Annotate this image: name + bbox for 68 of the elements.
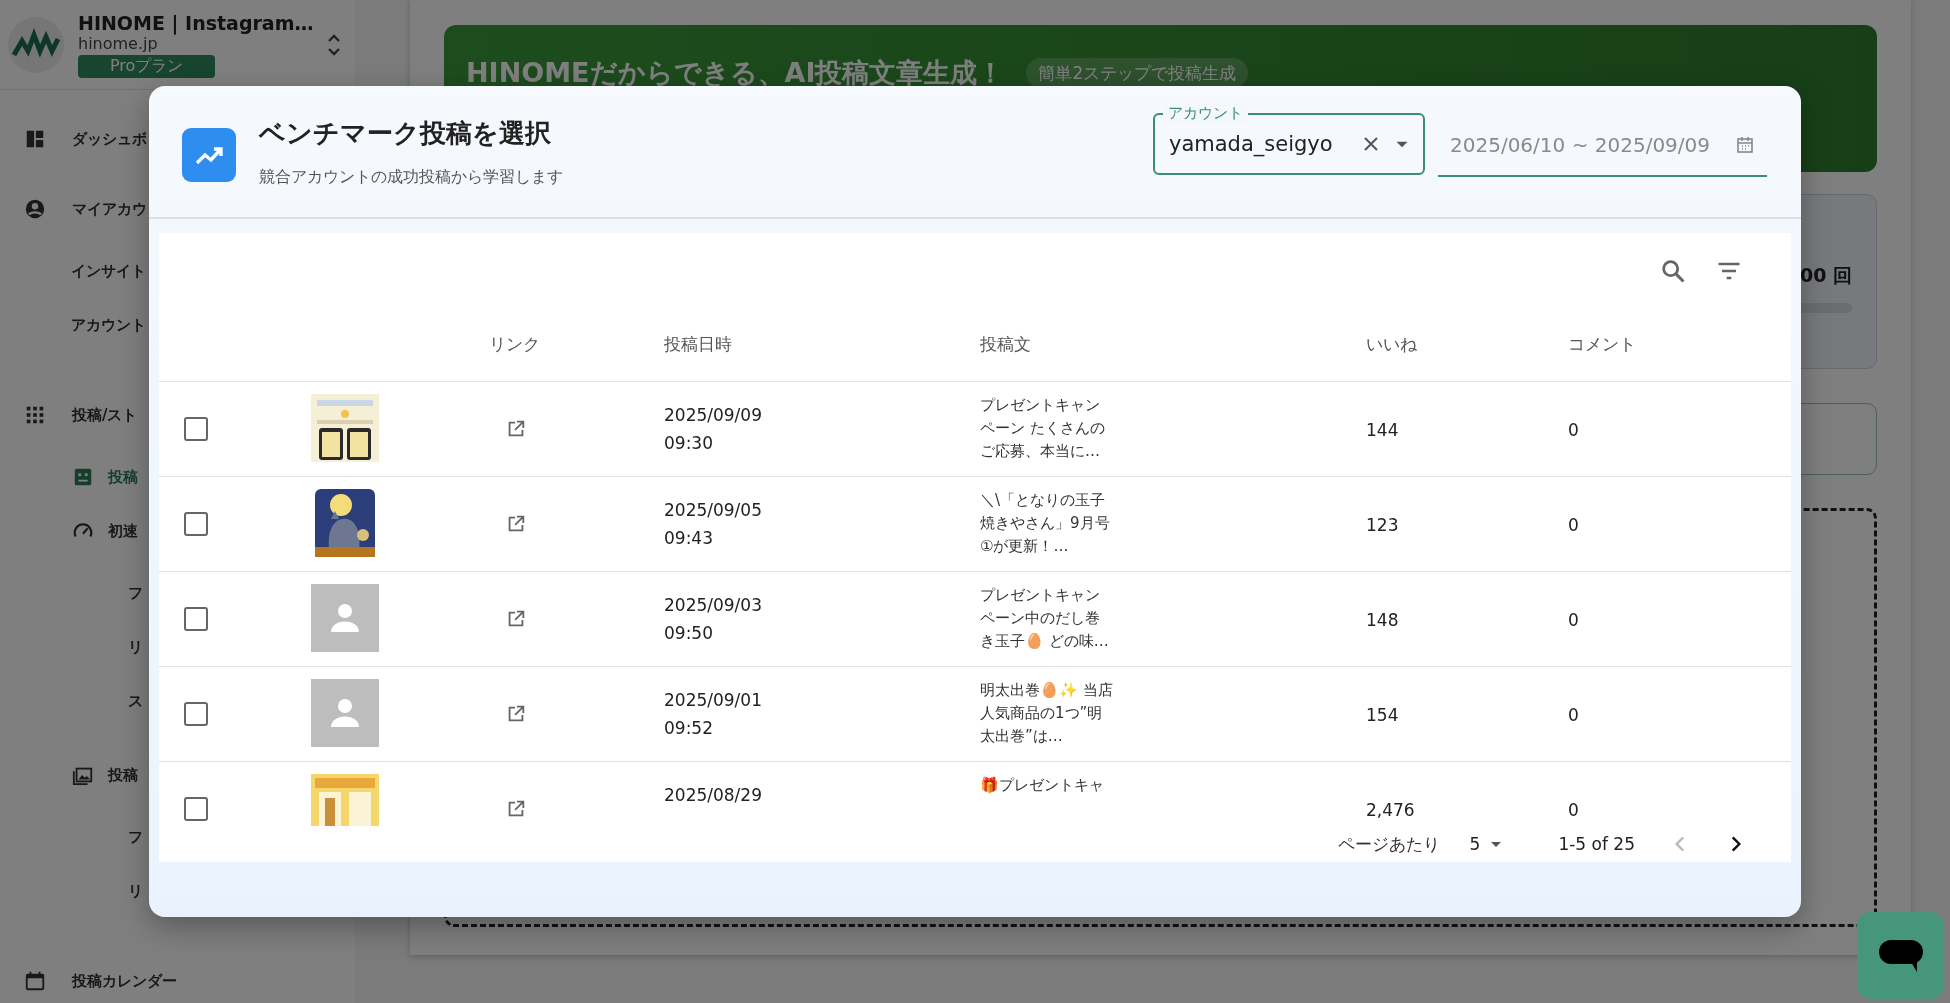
column-header[interactable]: いいね [1366,333,1417,356]
app-name: HINOME | Instagram… [78,11,314,34]
post-text: プレゼントキャンペーン中のだし巻き玉子🥚 どの味… [980,585,1110,652]
dashboard-icon [24,128,46,150]
dialog-subtitle: 競合アカウントの成功投稿から学習します [259,166,564,188]
comments-count: 0 [1568,419,1579,442]
grid-icon [24,404,46,426]
post-date: 2025/09/03 09:50 [664,594,762,645]
banner-title: HINOMEだからできる、AI投稿文章生成！ [466,56,1005,89]
rows-per-page-label: ページあたり [1337,832,1440,856]
comments-count: 0 [1568,704,1579,727]
nav-item[interactable]: アカウント [71,315,146,335]
post-text: プレゼントキャンペーン たくさんのご応募、本当に… [980,395,1106,462]
robot-icon [72,466,94,488]
image-placeholder [311,679,379,747]
nav-item[interactable]: 投稿カレンダー [72,971,177,991]
column-header[interactable]: リンク [489,333,540,356]
nav-item[interactable]: 投稿 [108,467,138,487]
nav-item[interactable]: フ [128,583,143,603]
page-range: 1-5 of 25 [1558,834,1635,854]
post-date: 2025/09/01 09:52 [664,689,762,740]
post-date: 2025/09/05 09:43 [664,499,762,550]
nav-item[interactable]: 投稿/スト [72,405,138,425]
likes-count: 148 [1366,609,1399,632]
checkbox[interactable] [184,512,208,536]
likes-count: 154 [1366,704,1399,727]
date-range-field[interactable]: 2025/06/10 ~ 2025/09/09 [1438,114,1767,177]
likes-count: 123 [1366,514,1399,537]
post-date: 2025/08/29 [664,784,762,807]
checkbox[interactable] [184,607,208,631]
post-date: 2025/09/09 09:30 [664,404,762,455]
column-header[interactable]: コメント [1568,333,1636,356]
nav-item[interactable]: インサイト [71,261,146,281]
usage-count: 00 回 [1799,263,1852,288]
nav-item[interactable]: ス [128,691,143,711]
likes-count: 2,476 [1366,799,1415,822]
nav-item[interactable]: 投稿 [108,765,138,785]
post-text: 🎁プレゼントキャ [980,775,1105,796]
nav-item[interactable]: 初速 [108,521,138,541]
calendar-icon[interactable] [1735,134,1755,155]
plan-badge: Proプラン [78,54,216,78]
nav-item[interactable]: フ [128,827,143,847]
comments-count: 0 [1568,609,1579,632]
nav-item[interactable]: リ [128,637,143,657]
trending-up-icon [182,127,236,182]
dialog-title: ベンチマーク投稿を選択 [259,116,552,150]
domain-text: hinome.jp [78,33,158,53]
column-header[interactable]: 投稿文 [980,333,1031,356]
account-value: yamada_seigyo [1169,131,1334,156]
post-text: 明太出巻🥚✨ 当店人気商品の1つ”明太出巻”は… [980,680,1114,747]
comments-count: 0 [1568,799,1579,822]
nav-item[interactable]: ダッシュボ [72,129,147,149]
nav-item[interactable]: マイアカウ [72,199,147,219]
checkbox[interactable] [184,417,208,441]
account-circle-icon [24,198,46,220]
checkbox[interactable] [184,702,208,726]
comments-count: 0 [1568,514,1579,537]
image-placeholder [311,584,379,652]
nav-item[interactable]: リ [128,881,143,901]
checkbox[interactable] [184,797,208,821]
column-header[interactable]: 投稿日時 [664,333,732,356]
logo-icon [8,16,64,73]
date-range-value: 2025/06/10 ~ 2025/09/09 [1450,132,1712,157]
likes-count: 144 [1366,419,1399,442]
post-text: ＼\「となりの玉子焼きやさん」9月号①が更新！… [980,490,1111,557]
chat-button[interactable] [1857,912,1944,999]
rows-per-page-select[interactable]: 5 [1469,834,1507,854]
calendar-icon [24,970,46,992]
